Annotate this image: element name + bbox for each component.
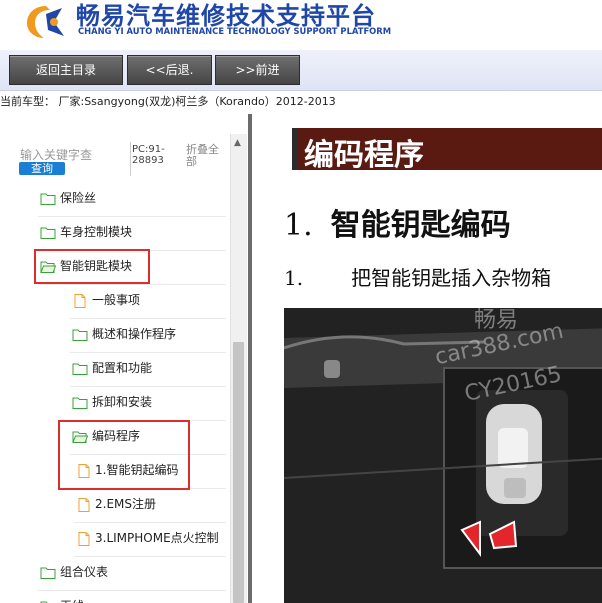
- divider: [130, 142, 131, 176]
- folder-icon: [40, 565, 56, 579]
- tree-item[interactable]: 车身控制模块: [38, 216, 226, 251]
- tree-item-label: 拆卸和安装: [92, 395, 153, 409]
- folder-icon: [72, 395, 88, 409]
- navigation-tree: 输入关键字查 查询 PC:91- 28893 折叠全 部 保险丝 车身控制模块 智能…: [0, 134, 248, 603]
- tree-item-label: 保险丝: [60, 191, 97, 205]
- folder-icon: [72, 361, 88, 375]
- pc-id-label: PC:91- 28893: [132, 144, 165, 166]
- folder-icon: [40, 225, 56, 239]
- back-button[interactable]: <<后退.: [127, 55, 212, 85]
- app-subtitle: CHANG YI AUTO MAINTENANCE TECHNOLOGY SUP…: [78, 26, 392, 36]
- folder-icon: [40, 191, 56, 205]
- collapse-all-link[interactable]: 折叠全 部: [186, 144, 219, 168]
- section-title: 编码程序: [304, 138, 424, 173]
- folder-icon: [40, 599, 56, 603]
- tree-item-label: 概述和操作程序: [92, 327, 177, 341]
- tree-item-label: 车身控制模块: [60, 225, 133, 239]
- tree-item[interactable]: 概述和操作程序: [70, 318, 226, 353]
- tree-item[interactable]: 2.EMS注册: [74, 488, 226, 523]
- tree-item-label: 2.EMS注册: [95, 497, 157, 511]
- tree-item-label: 天线: [60, 597, 84, 603]
- highlight-box: [58, 420, 190, 490]
- tree-item[interactable]: 组合仪表: [38, 556, 226, 591]
- home-button[interactable]: 返回主目录: [9, 55, 123, 85]
- tree-item-label: 配置和功能: [92, 361, 153, 375]
- logo-icon: [27, 6, 64, 38]
- highlight-box: [34, 249, 150, 284]
- tree-item[interactable]: 一般事项: [70, 284, 226, 319]
- app-header: 畅易汽车维修技术支持平台 CHANG YI AUTO MAINTENANCE T…: [0, 0, 602, 50]
- procedure-step: 1. 把智能钥匙插入杂物箱: [284, 266, 552, 290]
- current-vehicle: 当前车型： 厂家:Ssangyong(双龙)柯兰多（Korando）2012-2…: [0, 95, 336, 108]
- document-icon: [76, 497, 92, 512]
- section-title-bar: 编码程序: [292, 128, 602, 173]
- query-button[interactable]: 查询: [19, 162, 65, 175]
- document-view: 编码程序 1. 智能钥匙编码 1. 把智能钥匙插入杂物箱 畅易 car388.com…: [252, 114, 602, 603]
- tree-item-label: 一般事项: [92, 293, 141, 307]
- tree-item[interactable]: 拆卸和安装: [70, 386, 226, 421]
- procedure-photo: 畅易 car388.com CY20165: [284, 308, 602, 603]
- title-accent: [292, 128, 297, 170]
- folder-icon: [72, 327, 88, 341]
- forward-button[interactable]: >>前进: [215, 55, 300, 85]
- document-icon: [76, 531, 92, 546]
- tree-item[interactable]: 配置和功能: [70, 352, 226, 387]
- scrollbar-thumb[interactable]: [233, 342, 244, 603]
- scroll-up-icon[interactable]: ▲: [234, 138, 241, 148]
- tree-item[interactable]: 保险丝: [38, 182, 226, 217]
- tree-item-label: 3.LIMPHOME点火控制: [95, 531, 219, 545]
- tree-scrollbar[interactable]: ▲: [230, 134, 247, 603]
- toolbar: 返回主目录 <<后退. >>前进: [0, 50, 602, 91]
- tree-item-label: 组合仪表: [60, 565, 109, 579]
- search-input[interactable]: 输入关键字查: [20, 146, 92, 163]
- tree-item[interactable]: 3.LIMPHOME点火控制: [74, 522, 226, 557]
- procedure-heading: 1. 智能钥匙编码: [284, 208, 511, 243]
- document-icon: [72, 293, 88, 308]
- tree-item[interactable]: 天线: [38, 590, 226, 603]
